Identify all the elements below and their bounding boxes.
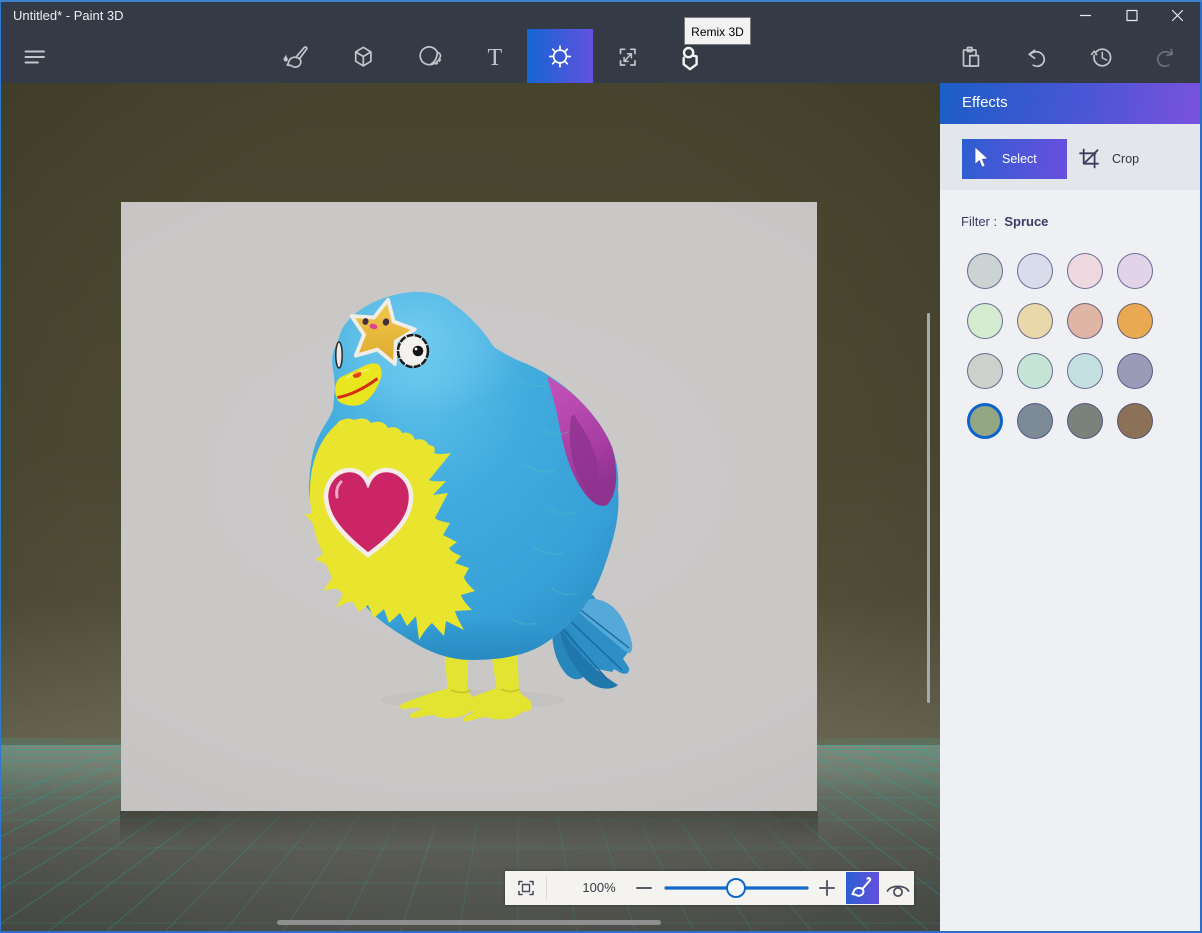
svg-text:T: T	[488, 45, 503, 71]
